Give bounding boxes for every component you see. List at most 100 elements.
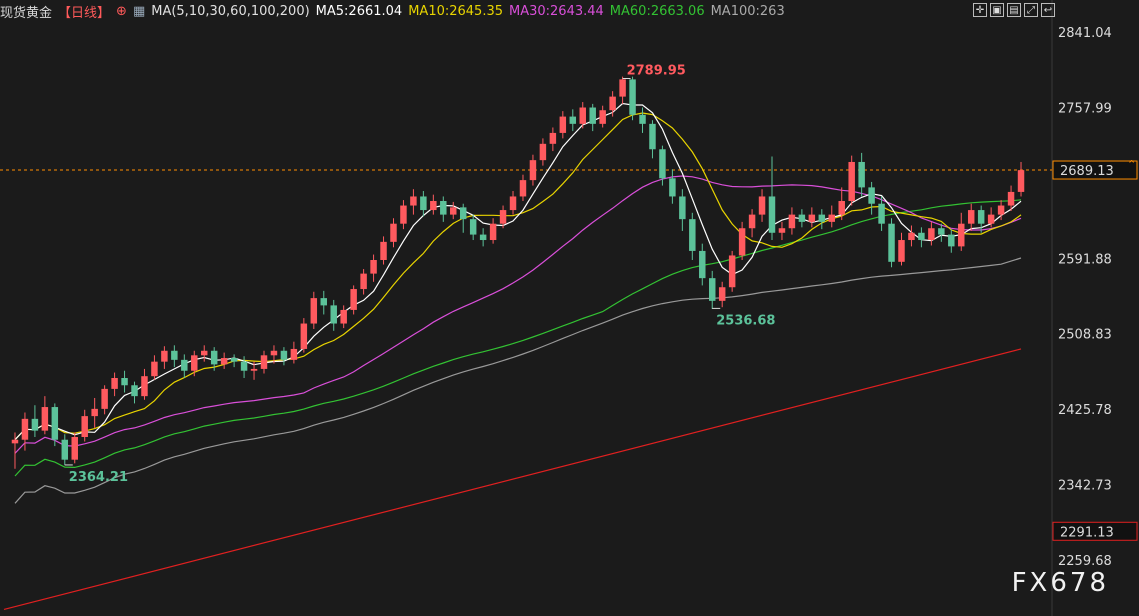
candle-body-81	[818, 214, 826, 222]
instrument-title[interactable]: 现货黄金	[0, 2, 52, 21]
candle-body-38	[390, 223, 397, 242]
zoom-icon[interactable]: ▣	[990, 3, 1004, 17]
candle-body-62	[629, 79, 636, 115]
candle-body-50	[509, 196, 517, 211]
candle-body-91	[918, 232, 925, 241]
candle-body-88	[888, 223, 895, 262]
candle-body-97	[977, 210, 985, 224]
candle-body-90	[908, 232, 915, 241]
candle-body-20	[210, 350, 218, 365]
ma-params[interactable]: MA(5,10,30,60,100,200)	[151, 4, 309, 19]
candle-body-56	[569, 116, 577, 124]
y-tick-label-4: 2425.78	[1058, 403, 1112, 418]
candle-body-93	[938, 228, 945, 235]
candle-body-32	[330, 305, 337, 324]
crosshair-icon[interactable]: ✛	[973, 3, 987, 17]
candle-body-55	[559, 116, 567, 133]
ma60-line	[14, 199, 1022, 477]
candle-body-41	[420, 196, 427, 211]
candle-body-21	[220, 358, 228, 365]
candle-body-18	[191, 355, 198, 371]
y-tick-label-3: 2508.83	[1058, 328, 1112, 343]
candle-body-87	[878, 203, 885, 224]
candle-body-36	[370, 260, 377, 274]
candle-body-70	[708, 278, 716, 301]
candle-body-67	[679, 196, 686, 220]
candle-body-72	[728, 255, 736, 288]
candle-body-30	[310, 298, 318, 324]
candle-body-76	[768, 196, 776, 233]
candle-body-46	[469, 219, 477, 235]
candlestick-chart: 2841.04 2757.99 2591.88 2508.83 2425.78 2342.…	[0, 0, 1138, 616]
period-label[interactable]: 【日线】	[58, 2, 110, 21]
candle-body-78	[788, 214, 796, 229]
candle-body-80	[808, 214, 816, 222]
watermark-logo: FX678	[1011, 568, 1109, 598]
candle-body-1	[21, 418, 29, 440]
ma60-value: MA60:2663.06	[609, 3, 705, 19]
candle-body-89	[898, 240, 905, 262]
candle-body-47	[479, 234, 487, 241]
candle-body-94	[948, 234, 955, 247]
current-price-label: 2689.13	[1060, 164, 1114, 179]
annotation-label-0: 2789.95	[627, 64, 686, 79]
candle-body-6	[71, 437, 78, 460]
candle-body-29	[300, 323, 308, 349]
candle-body-37	[380, 241, 387, 260]
ma10-line	[14, 112, 1022, 441]
candle-body-39	[400, 205, 407, 224]
candle-body-45	[459, 207, 467, 220]
candle-body-96	[967, 210, 975, 224]
ma100-value: MA100:263	[710, 3, 785, 19]
candle-body-98	[987, 214, 995, 224]
candle-body-77	[778, 228, 786, 233]
candle-body-44	[450, 207, 457, 215]
ma30-line	[14, 175, 1022, 454]
candle-body-23	[240, 361, 248, 371]
indicator-icon[interactable]: ▦	[133, 4, 145, 19]
candle-body-14	[151, 361, 158, 377]
candle-body-73	[738, 228, 746, 256]
candle-body-52	[529, 160, 537, 181]
candle-body-60	[609, 96, 616, 111]
y-tick-label-6: 2259.68	[1058, 554, 1112, 569]
candle-body-54	[549, 132, 557, 144]
candle-body-43	[440, 201, 447, 215]
settings-icon[interactable]: ⊕	[116, 4, 127, 19]
candle-body-16	[171, 350, 178, 360]
y-tick-label-0: 2841.04	[1058, 26, 1112, 41]
annotation-label-1: 2536.68	[716, 313, 775, 328]
y-tick-label-5: 2342.73	[1058, 478, 1112, 493]
candle-body-48	[489, 223, 497, 241]
ma10-value: MA10:2645.35	[408, 3, 503, 19]
candle-body-28	[290, 348, 298, 360]
candle-body-27	[280, 350, 288, 360]
candle-body-64	[649, 123, 656, 150]
candle-body-68	[689, 219, 696, 251]
candle-body-71	[718, 287, 726, 301]
candle-body-63	[639, 114, 646, 124]
candle-body-22	[230, 358, 238, 362]
candle-body-61	[619, 79, 626, 97]
candle-body-34	[350, 289, 357, 310]
candle-body-35	[360, 273, 367, 290]
candle-body-75	[758, 196, 766, 215]
candle-body-65	[659, 149, 666, 179]
ma100-line	[14, 257, 1022, 504]
candle-body-58	[589, 107, 596, 124]
ma200-line	[3, 348, 1022, 611]
candle-body-17	[181, 359, 188, 371]
candle-body-9	[101, 388, 108, 409]
ma30-value: MA30:2643.44	[509, 3, 604, 19]
candle-body-53	[539, 143, 547, 161]
candle-body-0	[11, 439, 19, 444]
candle-body-8	[91, 408, 98, 417]
ma200-label: 2291.13	[1060, 525, 1114, 540]
candle-body-101	[1017, 170, 1025, 192]
candle-body-99	[997, 205, 1005, 215]
candle-body-57	[579, 107, 586, 124]
fullscreen-icon[interactable]: ⤢	[1024, 3, 1038, 17]
layout-icon[interactable]: ▤	[1007, 3, 1021, 17]
back-icon[interactable]: ↩	[1041, 3, 1055, 17]
price-arrow-icon: ⌃	[1127, 158, 1136, 171]
